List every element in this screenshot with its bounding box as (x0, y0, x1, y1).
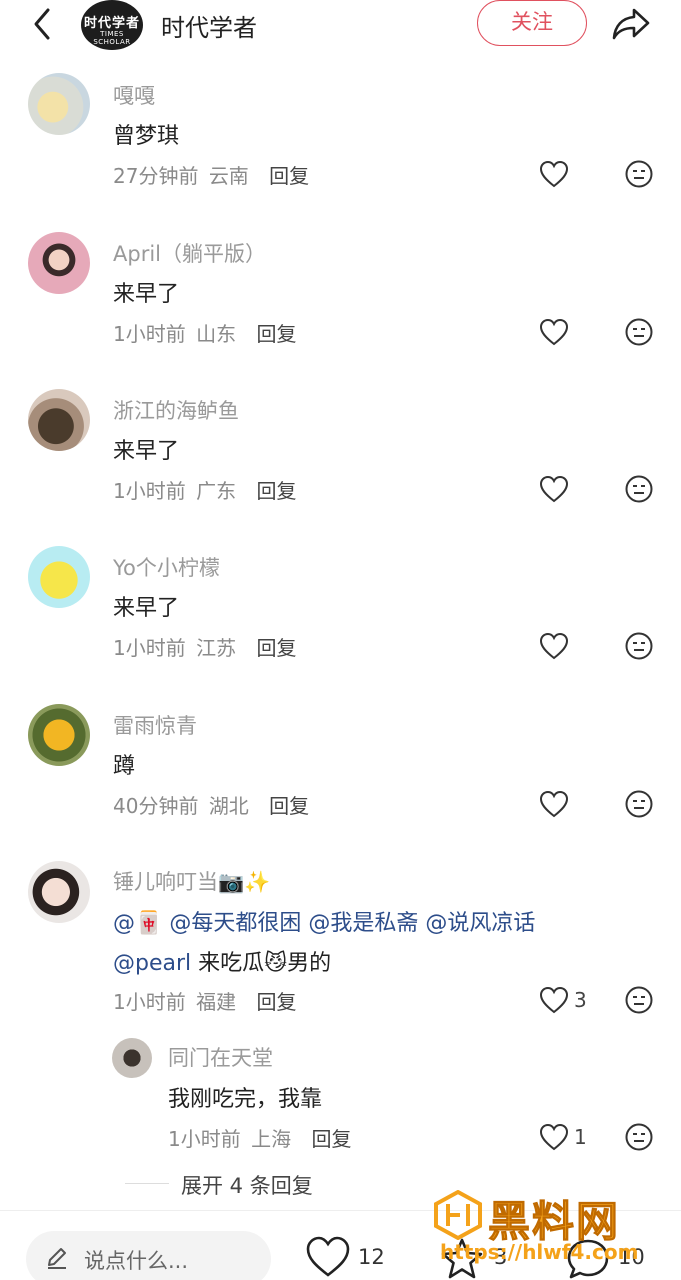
comment-text: 来早了 (113, 596, 180, 621)
avatar[interactable] (28, 73, 90, 135)
heart-icon[interactable] (539, 160, 569, 188)
avatar[interactable] (28, 389, 90, 451)
star-icon[interactable] (440, 1237, 484, 1280)
comment-time: 1小时前 (113, 322, 186, 346)
comment-location: 福建 (196, 990, 237, 1014)
mention-link[interactable]: @pearl (113, 951, 191, 976)
avatar[interactable] (28, 232, 90, 294)
expand-replies-label[interactable]: 展开 4 条回复 (181, 1170, 313, 1200)
avatar[interactable] (112, 1038, 152, 1078)
comment-username[interactable]: 浙江的海鲈鱼 (113, 395, 239, 425)
heart-icon[interactable] (539, 986, 569, 1014)
reply-username[interactable]: 同门在天堂 (168, 1042, 273, 1072)
reply-location: 上海 (251, 1127, 292, 1151)
star-count: 3 (494, 1245, 508, 1269)
heart-icon[interactable] (539, 632, 569, 660)
logo-subtext: TIMES SCHOLAR (93, 30, 131, 46)
comment-count: 10 (618, 1245, 645, 1269)
comment-time: 1小时前 (113, 479, 186, 503)
comment-time: 27分钟前 (113, 164, 199, 188)
reply-text: 我刚吃完，我靠 (168, 1087, 323, 1112)
avatar[interactable] (28, 704, 90, 766)
account-name[interactable]: 时代学者 (161, 8, 257, 43)
comment-text: 曾梦琪 (113, 124, 180, 149)
reply-button[interactable]: 回复 (256, 479, 296, 503)
comment-meta: 1小时前 福建 回复 (113, 986, 296, 1015)
comment-username[interactable]: 嘎嘎 (113, 80, 155, 110)
comment-username[interactable]: Yo个小柠檬 (113, 552, 220, 582)
account-avatar[interactable]: 时代学者 TIMES SCHOLAR (81, 0, 143, 50)
dislike-face-icon[interactable] (624, 631, 654, 661)
like-count: 1 (574, 1125, 587, 1149)
heart-icon[interactable] (539, 790, 569, 818)
comment-text: @🀄 @每天都很困 @我是私斋 @说风凉话 (113, 905, 535, 937)
reply-button[interactable]: 回复 (269, 794, 309, 818)
comment-location: 江苏 (196, 636, 237, 660)
heart-icon[interactable] (539, 475, 569, 503)
divider (125, 1183, 169, 1184)
comment-text-segment: 来吃瓜 (191, 951, 265, 976)
comment-text: 蹲 (113, 754, 136, 779)
comment-location: 山东 (196, 322, 237, 346)
comment-text: 来早了 (113, 282, 180, 307)
comment-meta: 27分钟前 云南 回复 (113, 160, 309, 189)
mention-link[interactable]: @ (113, 911, 135, 936)
reply-button[interactable]: 回复 (269, 164, 309, 188)
comment-meta: 40分钟前 湖北 回复 (113, 790, 309, 819)
comment-meta: 1小时前 江苏 回复 (113, 632, 296, 661)
comment-location: 广东 (196, 479, 237, 503)
like-count: 12 (358, 1245, 385, 1269)
avatar[interactable] (28, 546, 90, 608)
reply-button[interactable]: 回复 (256, 990, 296, 1014)
top-bar: 时代学者 TIMES SCHOLAR 时代学者 关注 (0, 0, 681, 62)
comment-text: @pearl 来吃瓜😼男的 (113, 945, 331, 977)
heart-icon[interactable] (305, 1235, 351, 1279)
heart-icon[interactable] (539, 1123, 569, 1151)
comment-location: 云南 (208, 164, 249, 188)
follow-button[interactable]: 关注 (477, 0, 587, 46)
reply-button[interactable]: 回复 (311, 1127, 351, 1151)
reply-meta: 1小时前 上海 回复 (168, 1123, 351, 1152)
logo-text: 时代学者 (83, 16, 140, 31)
heart-icon[interactable] (539, 318, 569, 346)
comment-text: 来早了 (113, 439, 180, 464)
share-icon[interactable] (610, 4, 652, 44)
reply-button[interactable]: 回复 (256, 322, 296, 346)
input-placeholder: 说点什么... (84, 1249, 189, 1273)
dislike-face-icon[interactable] (624, 985, 654, 1015)
dislike-face-icon[interactable] (624, 1122, 654, 1152)
comment-meta: 1小时前 广东 回复 (113, 475, 296, 504)
dislike-face-icon[interactable] (624, 159, 654, 189)
pencil-icon (48, 1248, 66, 1269)
comment-username[interactable]: April（躺平版） (113, 238, 266, 268)
dislike-face-icon[interactable] (624, 474, 654, 504)
dislike-face-icon[interactable] (624, 317, 654, 347)
cat-emoji: 😼 (264, 951, 288, 976)
mahjong-emoji: 🀄 (135, 911, 163, 936)
bottom-action-bar: 说点什么... 12 3 10 (0, 1210, 681, 1280)
reply-button[interactable]: 回复 (256, 636, 296, 660)
dislike-face-icon[interactable] (624, 789, 654, 819)
comment-username[interactable]: 锤儿响叮当📷✨ (113, 866, 270, 896)
avatar[interactable] (28, 861, 90, 923)
comment-username[interactable]: 雷雨惊青 (113, 710, 197, 740)
comment-location: 湖北 (208, 794, 249, 818)
back-arrow-icon[interactable] (26, 4, 58, 44)
comment-input[interactable]: 说点什么... (26, 1231, 271, 1280)
like-count: 3 (574, 988, 587, 1012)
comment-bubble-icon[interactable] (566, 1237, 610, 1280)
comment-meta: 1小时前 山东 回复 (113, 318, 296, 347)
comment-time: 40分钟前 (113, 794, 199, 818)
reply-time: 1小时前 (168, 1127, 241, 1151)
mention-link[interactable]: @每天都很困 @我是私斋 @说风凉话 (162, 911, 535, 936)
comment-time: 1小时前 (113, 990, 186, 1014)
comment-time: 1小时前 (113, 636, 186, 660)
comment-text-segment: 男的 (287, 951, 332, 976)
